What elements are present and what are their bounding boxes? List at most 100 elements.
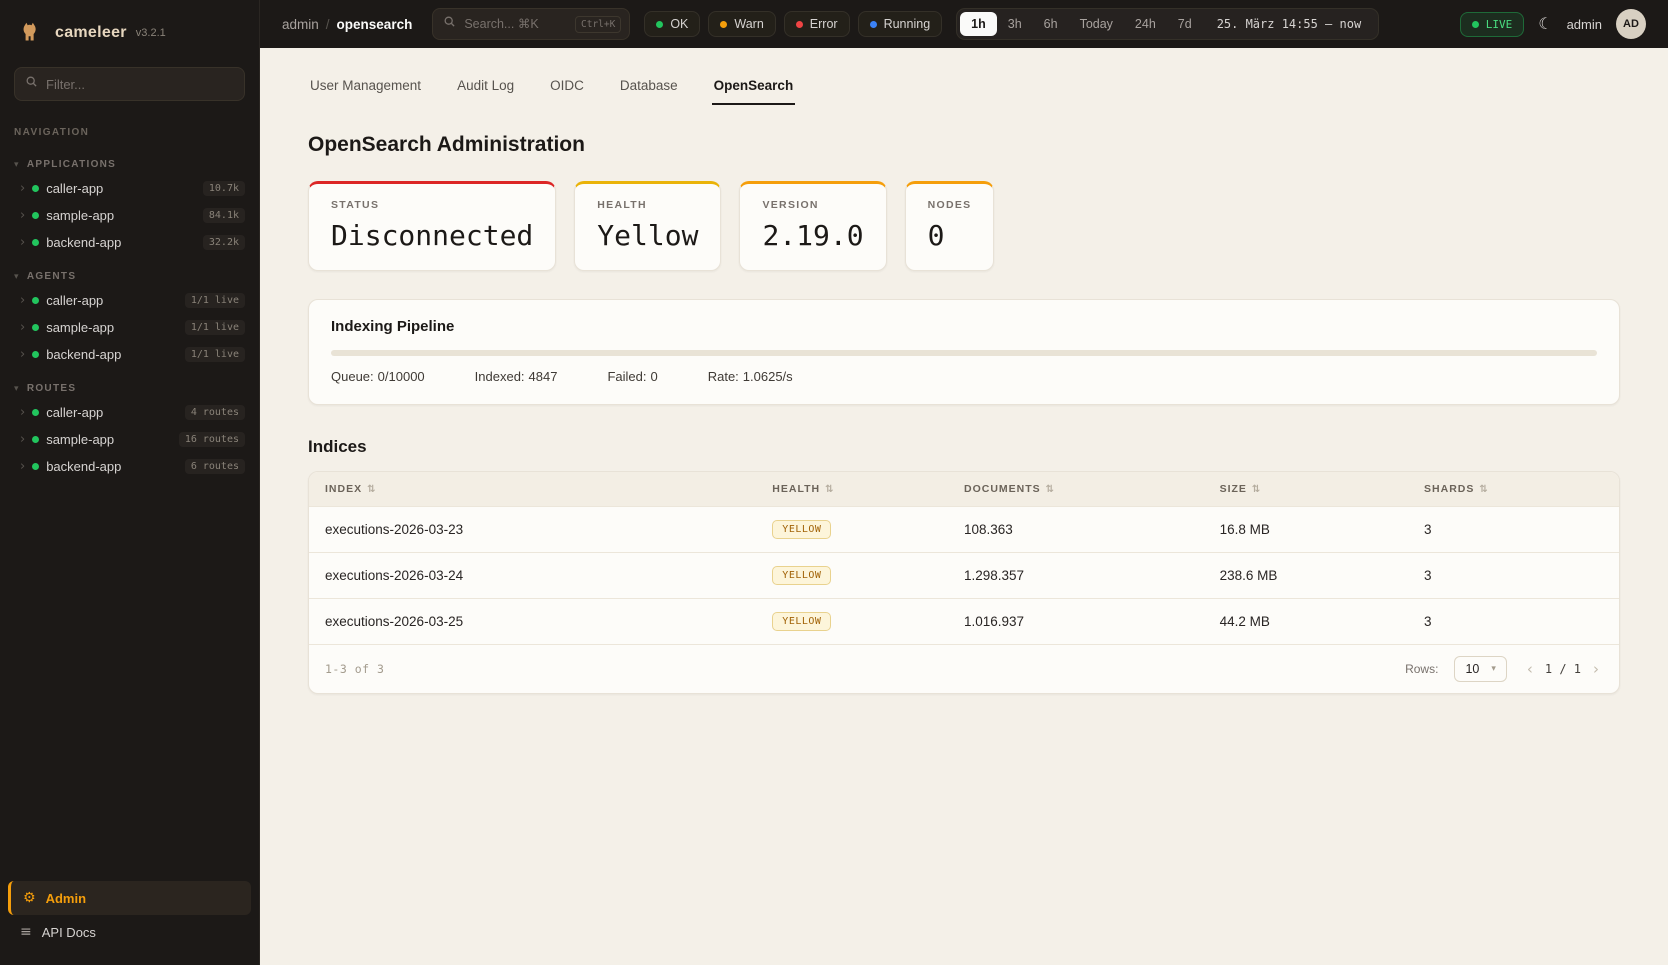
time-range-today[interactable]: Today [1069, 12, 1124, 36]
header-right-cluster: LIVE ☾ admin AD [1460, 9, 1646, 39]
pipeline-stats: Queue:0/10000 Indexed:4847 Failed:0 Rate… [331, 369, 1597, 384]
stat-label: NODES [928, 199, 972, 211]
column-header-index[interactable]: INDEX⇅ [325, 472, 772, 506]
section-agents: ▾ AGENTS › caller-app 1/1 live › sample-… [0, 266, 259, 368]
breadcrumb-parent[interactable]: admin [282, 17, 319, 32]
cell-documents: 108.363 [964, 509, 1220, 550]
chevron-right-icon: › [20, 406, 25, 419]
sidebar: cameleer v3.2.1 NAVIGATION ▾ APPLICATION… [0, 0, 260, 965]
live-badge: 1/1 live [185, 347, 245, 362]
sidebar-item-label: backend-app [46, 235, 196, 250]
tab-user-management[interactable]: User Management [308, 70, 423, 105]
filter-pill-ok[interactable]: OK [644, 11, 700, 37]
chevron-right-icon: › [20, 182, 25, 195]
search-icon [25, 75, 38, 93]
count-badge: 10.7k [203, 181, 245, 196]
table-row[interactable]: executions-2026-03-25 YELLOW 1.016.937 4… [309, 598, 1619, 644]
sidebar-item[interactable]: › backend-app 32.2k [0, 229, 259, 256]
top-header: admin / opensearch Ctrl+K OK Warn [260, 0, 1668, 48]
live-label: LIVE [1486, 18, 1513, 31]
indices-title: Indices [308, 437, 1620, 457]
sidebar-item-admin[interactable]: ⚙ Admin [8, 881, 251, 915]
time-range-1h[interactable]: 1h [960, 12, 997, 36]
stat-value: 2.19.0 [762, 219, 863, 252]
sidebar-item[interactable]: › caller-app 10.7k [0, 175, 259, 202]
time-display[interactable]: 25. März 14:55 — now [1203, 17, 1376, 31]
cell-health: YELLOW [772, 553, 964, 598]
gear-icon: ⚙ [23, 890, 36, 906]
rows-per-page-value: 10 [1465, 662, 1479, 676]
status-dot-icon [32, 185, 39, 192]
time-range-6h[interactable]: 6h [1033, 12, 1069, 36]
pipeline-stat-queue: Queue: 0/10000 [331, 369, 429, 384]
time-range-7d[interactable]: 7d [1167, 12, 1203, 36]
cell-size: 238.6 MB [1220, 555, 1424, 596]
tab-opensearch[interactable]: OpenSearch [712, 70, 796, 105]
stat-value: 0/10000 [378, 369, 425, 384]
status-dot-icon [32, 436, 39, 443]
sidebar-item-label: sample-app [46, 320, 178, 335]
sidebar-item[interactable]: › sample-app 16 routes [0, 426, 259, 453]
table-row[interactable]: executions-2026-03-23 YELLOW 108.363 16.… [309, 506, 1619, 552]
filter-pill-warn[interactable]: Warn [708, 11, 775, 37]
section-applications: ▾ APPLICATIONS › caller-app 10.7k › samp… [0, 154, 259, 256]
column-header-health[interactable]: HEALTH⇅ [772, 472, 964, 506]
time-range-3h[interactable]: 3h [997, 12, 1033, 36]
column-header-size[interactable]: SIZE⇅ [1220, 472, 1424, 506]
status-dot-icon [656, 21, 663, 28]
column-label: SIZE [1220, 483, 1247, 495]
tab-database[interactable]: Database [618, 70, 680, 105]
tab-oidc[interactable]: OIDC [548, 70, 586, 105]
section-label: ROUTES [27, 383, 76, 394]
stat-value: 1.0625/s [743, 369, 793, 384]
sidebar-item-api-docs[interactable]: ≡ API Docs [8, 915, 251, 949]
filter-pill-error[interactable]: Error [784, 11, 850, 37]
live-indicator[interactable]: LIVE [1460, 12, 1525, 37]
count-badge: 84.1k [203, 208, 245, 223]
global-search[interactable]: Ctrl+K [432, 8, 630, 40]
cell-shards: 3 [1424, 601, 1603, 642]
sidebar-item[interactable]: › sample-app 84.1k [0, 202, 259, 229]
sidebar-item[interactable]: › caller-app 4 routes [0, 399, 259, 426]
rows-per-page-select[interactable]: 10 ▾ [1454, 656, 1506, 682]
cell-index: executions-2026-03-23 [325, 509, 772, 550]
cell-documents: 1.016.937 [964, 601, 1220, 642]
chevron-right-icon: › [20, 209, 25, 222]
sidebar-item[interactable]: › caller-app 1/1 live [0, 287, 259, 314]
sidebar-item[interactable]: › backend-app 1/1 live [0, 341, 259, 368]
section-header-agents[interactable]: ▾ AGENTS [0, 266, 259, 287]
admin-tabs: User Management Audit Log OIDC Database … [308, 70, 1620, 105]
table-row[interactable]: executions-2026-03-24 YELLOW 1.298.357 2… [309, 552, 1619, 598]
sidebar-item[interactable]: › backend-app 6 routes [0, 453, 259, 480]
next-page-button[interactable]: › [1589, 660, 1603, 678]
time-range-24h[interactable]: 24h [1124, 12, 1167, 36]
filter-input[interactable] [46, 77, 234, 92]
sidebar-item[interactable]: › sample-app 1/1 live [0, 314, 259, 341]
chevron-right-icon: › [20, 460, 25, 473]
status-dot-icon [32, 463, 39, 470]
status-dot-icon [870, 21, 877, 28]
stat-value: 4847 [529, 369, 558, 384]
avatar[interactable]: AD [1616, 9, 1646, 39]
section-header-applications[interactable]: ▾ APPLICATIONS [0, 154, 259, 175]
sort-icon: ⇅ [1046, 484, 1055, 495]
tab-audit-log[interactable]: Audit Log [455, 70, 516, 105]
routes-badge: 6 routes [185, 459, 245, 474]
page-title: OpenSearch Administration [308, 133, 1620, 157]
sidebar-item-label: sample-app [46, 432, 172, 447]
filter-pill-label: OK [670, 17, 688, 31]
docs-icon: ≡ [20, 924, 32, 940]
cell-index: executions-2026-03-24 [325, 555, 772, 596]
chevron-right-icon: › [20, 433, 25, 446]
app-name: cameleer [55, 24, 127, 42]
prev-page-button[interactable]: ‹ [1523, 660, 1537, 678]
dark-mode-toggle[interactable]: ☾ [1538, 14, 1552, 34]
filter-pill-running[interactable]: Running [858, 11, 943, 37]
cell-health: YELLOW [772, 599, 964, 644]
section-header-routes[interactable]: ▾ ROUTES [0, 378, 259, 399]
global-search-input[interactable] [464, 17, 567, 31]
column-header-shards[interactable]: SHARDS⇅ [1424, 472, 1603, 506]
column-header-documents[interactable]: DOCUMENTS⇅ [964, 472, 1220, 506]
stat-label: Queue: [331, 369, 374, 384]
stat-label: Rate: [708, 369, 739, 384]
